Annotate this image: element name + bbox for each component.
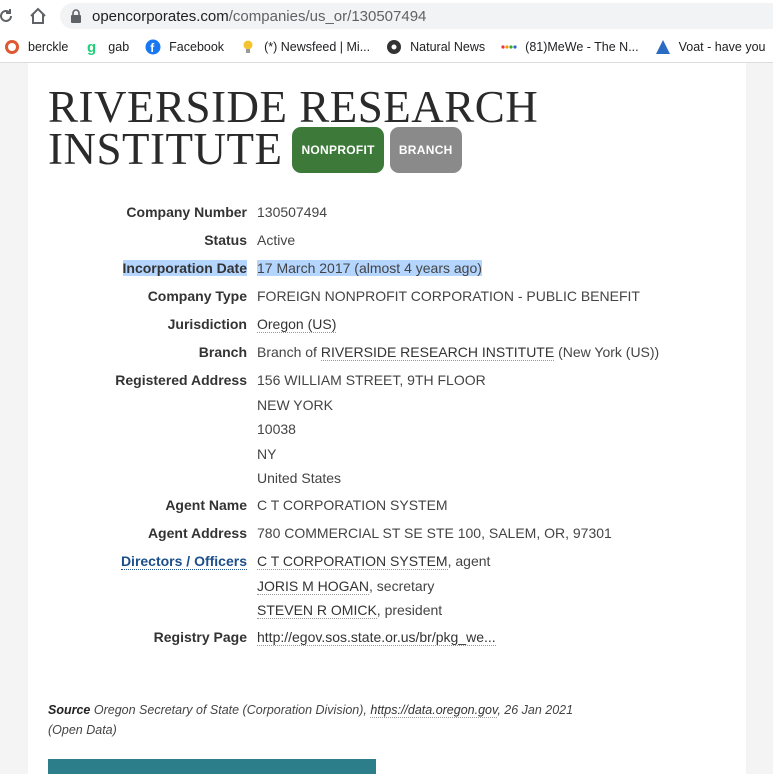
- bookmark-berckle[interactable]: berckle: [4, 39, 68, 55]
- duckduckgo-icon: [4, 39, 20, 55]
- branch-badge[interactable]: BRANCH: [389, 126, 462, 173]
- bookmarks-bar: berckle g gab f Facebook (*) Newsfeed | …: [0, 32, 773, 63]
- company-type-value: FOREIGN NONPROFIT CORPORATION - PUBLIC B…: [257, 288, 640, 304]
- lightbulb-icon: [240, 39, 256, 55]
- registry-page-label: Registry Page: [153, 629, 247, 645]
- director-item: C T CORPORATION SYSTEM, agent: [257, 553, 491, 570]
- bookmark-mewe[interactable]: (81)MeWe - The N...: [501, 39, 639, 55]
- facebook-icon: f: [145, 39, 161, 55]
- agent-address-value: 780 COMMERCIAL ST SE STE 100, SALEM, OR,…: [257, 525, 612, 541]
- browser-toolbar: opencorporates.com/companies/us_or/13050…: [0, 0, 773, 32]
- gear-icon: [386, 39, 402, 55]
- agent-name-label: Agent Name: [165, 497, 247, 513]
- registry-page-link[interactable]: http://egov.sos.state.or.us/br/pkg_we...: [257, 629, 496, 646]
- url-text: opencorporates.com/companies/us_or/13050…: [92, 7, 427, 25]
- director-item: STEVEN R OMICK, president: [257, 602, 443, 619]
- source-data-link[interactable]: https://data.oregon.gov: [370, 703, 498, 718]
- branch-parent-link[interactable]: RIVERSIDE RESEARCH INSTITUTE: [320, 344, 555, 361]
- registered-address-label: Registered Address: [115, 372, 247, 388]
- status-label: Status: [204, 232, 247, 248]
- home-icon[interactable]: [26, 4, 50, 28]
- reload-icon[interactable]: [0, 4, 18, 28]
- bookmark-natural-news[interactable]: Natural News: [386, 39, 485, 55]
- branch-label: Branch: [198, 344, 247, 360]
- company-title: RIVERSIDE RESEARCH INSTITUTE NONPROFIT BRA…: [48, 82, 539, 174]
- bookmark-newsfeed[interactable]: (*) Newsfeed | Mi...: [240, 39, 370, 55]
- bookmark-facebook[interactable]: f Facebook: [145, 39, 224, 55]
- director-link[interactable]: C T CORPORATION SYSTEM: [257, 553, 448, 570]
- incorporation-date-label: Incorporation Date: [122, 260, 247, 276]
- incorporation-date-value: 17 March 2017 (almost 4 years ago): [257, 260, 482, 276]
- company-number-value: 130507494: [257, 204, 328, 220]
- jurisdiction-link[interactable]: Oregon (US): [257, 316, 337, 333]
- directors-officers-link[interactable]: Directors / Officers: [120, 553, 247, 570]
- lock-icon: [70, 9, 82, 23]
- registered-address-value: 156 WILLIAM STREET, 9TH FLOOR NEW YORK 1…: [257, 372, 486, 486]
- voat-triangle-icon: [655, 39, 671, 55]
- mewe-dots-icon: [501, 39, 517, 55]
- director-link[interactable]: JORIS M HOGAN: [257, 577, 370, 595]
- source-note: Source Oregon Secretary of State (Corpor…: [48, 703, 574, 737]
- directors-list: C T CORPORATION SYSTEM, agent JORIS M HO…: [257, 553, 490, 627]
- jurisdiction-label: Jurisdiction: [167, 316, 247, 332]
- nonprofit-badge[interactable]: NONPROFIT: [292, 126, 384, 173]
- company-type-label: Company Type: [147, 288, 247, 304]
- svg-text:g: g: [87, 39, 96, 55]
- cta-button-partial[interactable]: [48, 759, 376, 774]
- address-bar[interactable]: opencorporates.com/companies/us_or/13050…: [60, 3, 773, 29]
- bookmark-voat[interactable]: Voat - have you: [655, 39, 766, 55]
- company-number-label: Company Number: [126, 204, 247, 220]
- status-value: Active: [257, 232, 296, 248]
- director-item: JORIS M HOGAN, secretary: [257, 577, 435, 595]
- agent-address-label: Agent Address: [147, 525, 247, 541]
- director-link[interactable]: STEVEN R OMICK: [257, 602, 377, 619]
- agent-name-value: C T CORPORATION SYSTEM: [257, 497, 448, 513]
- bookmark-gab[interactable]: g gab: [84, 39, 129, 55]
- gab-icon: g: [84, 39, 100, 55]
